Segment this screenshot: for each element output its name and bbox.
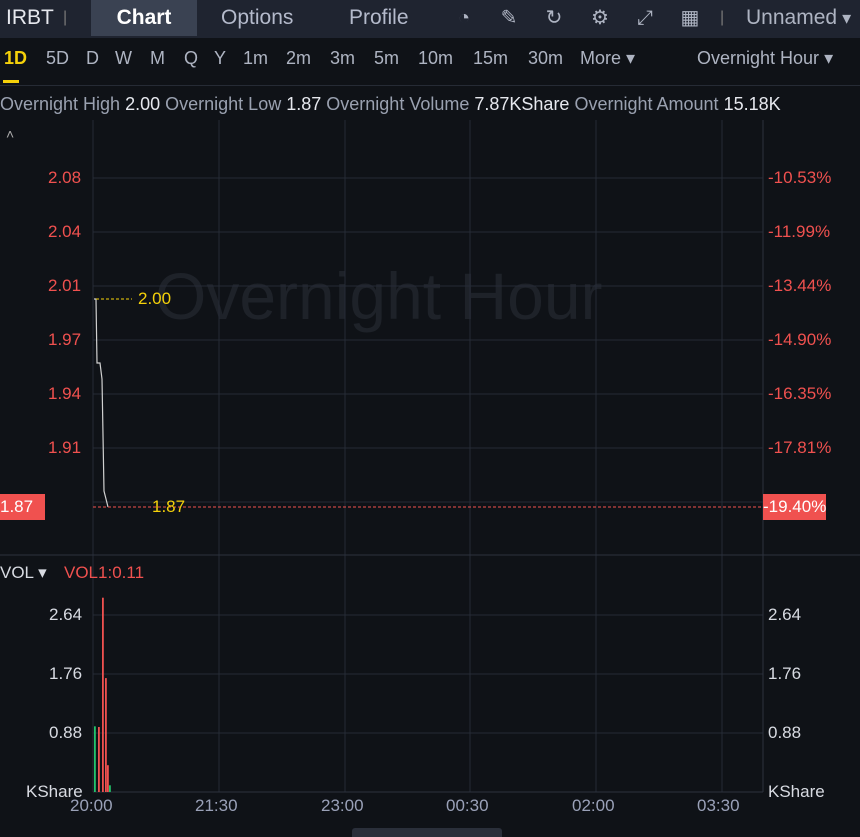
volume-bar <box>109 785 111 792</box>
volume-bar <box>98 727 100 792</box>
price-tick-left: 1.97 <box>48 330 82 349</box>
price-line <box>94 298 109 508</box>
volume-bar <box>102 597 104 792</box>
volume-tick-right: 1.76 <box>768 664 802 683</box>
low-marker-label: 1.87 <box>152 497 186 516</box>
price-tick-right: -10.53% <box>768 168 832 187</box>
volume-unit-right: KShare <box>768 782 825 801</box>
price-tick-left: 1.91 <box>48 438 82 457</box>
volume-tick-right: 2.64 <box>768 605 802 624</box>
time-tick: 00:30 <box>446 796 489 815</box>
time-tick: 21:30 <box>195 796 238 815</box>
panel-resize-handle[interactable] <box>352 828 502 837</box>
time-tick: 03:30 <box>697 796 740 815</box>
price-tick-right: -17.81% <box>768 438 832 457</box>
volume-tick-left: 2.64 <box>49 605 83 624</box>
volume-bar <box>107 765 109 792</box>
volume-bar <box>105 678 107 792</box>
price-tick-right: -13.44% <box>768 276 832 295</box>
price-tick-left: 2.04 <box>48 222 82 241</box>
price-tick-right: -16.35% <box>768 384 832 403</box>
time-tick: 20:00 <box>70 796 113 815</box>
high-marker-label: 2.00 <box>138 289 172 308</box>
time-tick: 02:00 <box>572 796 615 815</box>
price-tick-left: 2.01 <box>48 276 82 295</box>
price-tick-left: 1.94 <box>48 384 82 403</box>
volume-indicator-dropdown[interactable]: VOL ▾ <box>0 563 47 583</box>
volume-tick-left: 1.76 <box>49 664 83 683</box>
time-tick: 23:00 <box>321 796 364 815</box>
volume-bar <box>94 726 96 792</box>
chart-canvas[interactable] <box>0 0 860 837</box>
volume-tick-right: 0.88 <box>768 723 802 742</box>
volume-tick-left: 0.88 <box>49 723 83 742</box>
volume-value-label: VOL1:0.11 <box>64 563 145 582</box>
price-tick-right: -14.90% <box>768 330 832 349</box>
price-tick-right: -11.99% <box>768 222 831 241</box>
current-pct-badge: -19.40% <box>763 494 827 520</box>
current-price-badge: 1.87 <box>0 494 46 520</box>
price-tick-left: 2.08 <box>48 168 82 187</box>
